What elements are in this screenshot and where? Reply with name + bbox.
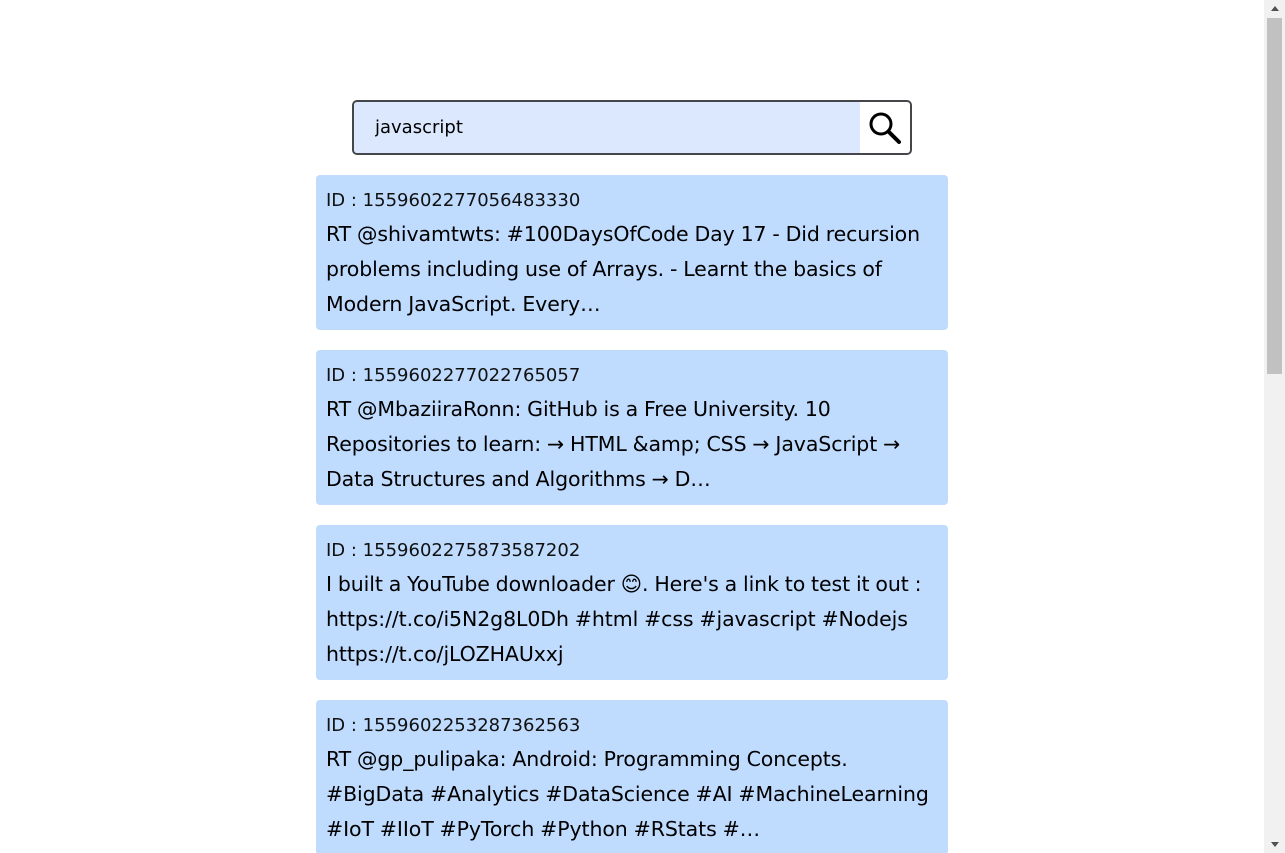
result-card[interactable]: ID : 1559602277022765057 RT @MbaziiraRon… (316, 350, 948, 505)
result-card[interactable]: ID : 1559602277056483330 RT @shivamtwts:… (316, 175, 948, 330)
search-bar (352, 100, 912, 155)
caret-down-icon (1270, 842, 1279, 847)
scroll-down-button[interactable] (1264, 836, 1285, 853)
result-id: ID : 1559602275873587202 (326, 540, 581, 561)
result-id: ID : 1559602253287362563 (326, 715, 581, 736)
scrollbar-thumb[interactable] (1267, 18, 1282, 374)
result-card[interactable]: ID : 1559602275873587202 I built a YouTu… (316, 525, 948, 680)
result-text: RT @shivamtwts: #100DaysOfCode Day 17 - … (326, 222, 920, 316)
result-id: ID : 1559602277056483330 (326, 190, 581, 211)
result-card[interactable]: ID : 1559602253287362563 RT @gp_pulipaka… (316, 700, 948, 853)
vertical-scrollbar[interactable] (1264, 0, 1285, 853)
results-list: ID : 1559602277056483330 RT @shivamtwts:… (316, 175, 948, 853)
result-id: ID : 1559602277022765057 (326, 365, 581, 386)
result-text: RT @gp_pulipaka: Android: Programming Co… (326, 747, 929, 841)
caret-up-icon (1270, 6, 1279, 11)
result-text: I built a YouTube downloader 😊. Here's a… (326, 572, 922, 666)
search-icon (869, 112, 901, 144)
result-text: RT @MbaziiraRonn: GitHub is a Free Unive… (326, 397, 901, 491)
page: ID : 1559602277056483330 RT @shivamtwts:… (0, 0, 1264, 853)
search-input[interactable] (354, 102, 860, 153)
scroll-up-button[interactable] (1264, 0, 1285, 17)
search-button[interactable] (860, 102, 910, 153)
